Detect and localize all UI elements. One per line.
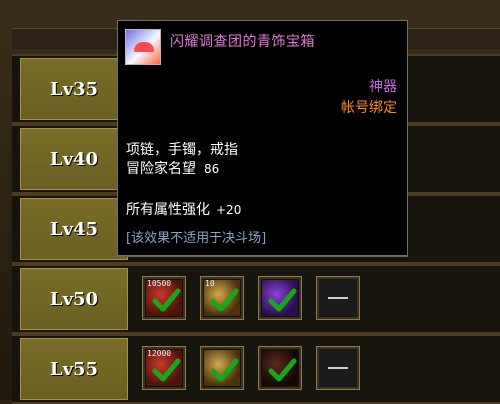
ring-slot[interactable] <box>258 346 302 390</box>
level-row: Lv55 12000 <box>12 334 500 404</box>
fame-value: 86 <box>204 162 220 176</box>
bracelet-slot[interactable] <box>200 346 244 390</box>
level-label: Lv55 <box>20 338 128 400</box>
ribbon-icon <box>134 42 154 52</box>
empty-slot-icon <box>328 367 348 369</box>
empty-slot-icon <box>328 297 348 299</box>
item-title: 闪耀调查团的青饰宝箱 <box>170 34 315 50</box>
stat-label: 所有属性强化 <box>126 202 210 218</box>
stat-value: +20 <box>216 203 242 217</box>
equipment-slots: 12000 <box>142 346 360 390</box>
check-icon <box>268 288 297 312</box>
equipment-types: 项链，手镯，戒指 <box>126 142 238 158</box>
divider <box>118 256 408 257</box>
empty-slot[interactable] <box>316 276 360 320</box>
ring-slot[interactable] <box>258 276 302 320</box>
check-icon <box>152 358 181 382</box>
treasure-box-icon <box>125 29 161 65</box>
empty-slot[interactable] <box>316 346 360 390</box>
level-label: Lv35 <box>20 58 128 120</box>
necklace-slot[interactable]: 12000 <box>142 346 186 390</box>
equipment-slots: 10500 10 <box>142 276 360 320</box>
fame-line: 冒险家名望 86 <box>126 158 219 178</box>
stat-line: 所有属性强化 +20 <box>126 199 241 219</box>
level-label: Lv45 <box>20 198 128 260</box>
necklace-slot[interactable]: 10500 <box>142 276 186 320</box>
level-label: Lv50 <box>20 268 128 330</box>
bracelet-slot[interactable]: 10 <box>200 276 244 320</box>
item-rarity: 神器 <box>369 79 397 95</box>
check-icon <box>152 288 181 312</box>
equipment-panel: Lv35 Lv40 Lv45 Lv50 10500 10 Lv55 12000 … <box>0 0 500 404</box>
check-icon <box>210 358 239 382</box>
check-icon <box>210 288 239 312</box>
item-tooltip: 闪耀调查团的青饰宝箱 神器 帐号绑定 项链，手镯，戒指 冒险家名望 86 所有属性… <box>117 20 408 256</box>
bind-status: 帐号绑定 <box>341 100 397 116</box>
check-icon <box>268 358 297 382</box>
effect-note: [该效果不适用于决斗场] <box>126 231 267 246</box>
level-row: Lv50 10500 10 <box>12 264 500 334</box>
level-label: Lv40 <box>20 128 128 190</box>
fame-label: 冒险家名望 <box>126 161 196 177</box>
